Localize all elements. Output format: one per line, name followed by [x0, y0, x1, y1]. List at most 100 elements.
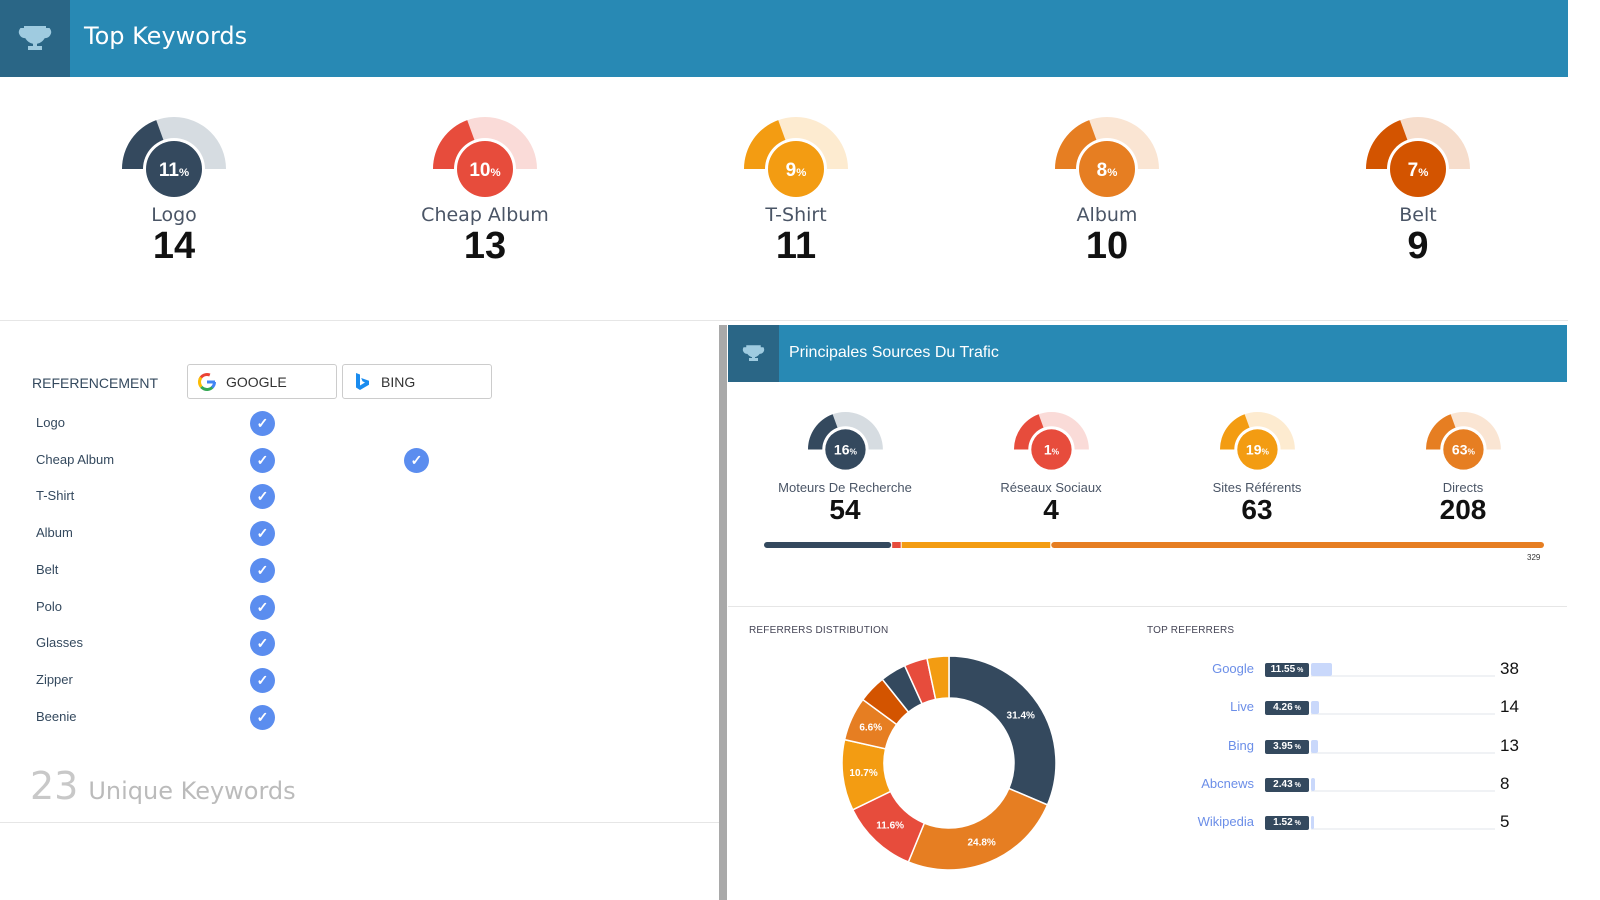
divider — [0, 822, 719, 823]
gauge-directs: 63% Directs 208 — [1363, 409, 1563, 525]
gauge-logo: 11% Logo 14 — [74, 114, 274, 266]
gauge-arc: 19% — [1219, 412, 1295, 473]
google-check-icon[interactable]: ✓ — [250, 667, 275, 693]
keyword-label: Logo — [36, 415, 65, 430]
page-header: Top Keywords — [0, 0, 1568, 77]
referrer-link[interactable]: Google — [1212, 661, 1254, 676]
gauge-label: Cheap Album — [421, 204, 549, 226]
traffic-header: Principales Sources Du Trafic — [728, 325, 1567, 382]
keyword-label: Beenie — [36, 708, 77, 724]
referrer-link[interactable]: Wikipedia — [1198, 814, 1254, 829]
google-check-icon[interactable]: ✓ — [250, 557, 275, 583]
panel-splitter[interactable] — [719, 325, 727, 900]
gauge-belt: 7% Belt 9 — [1318, 114, 1518, 266]
gauge-arc: 63% — [1425, 412, 1501, 473]
gauge-label: Belt — [1399, 204, 1437, 226]
stacked-bar-segment — [901, 542, 1051, 548]
referrer-track — [1311, 751, 1495, 754]
bing-check-icon[interactable]: ✓ — [404, 447, 429, 473]
donut-slice — [948, 655, 1057, 806]
gauge-count: 9 — [1407, 225, 1429, 267]
referrer-percent-badge: 1.52 % — [1265, 816, 1309, 831]
gauge-count: 4 — [1043, 493, 1059, 525]
referrer-track — [1311, 675, 1495, 677]
gauge-arc: 9% — [744, 117, 848, 200]
referrer-row: Bing 3.95 % 13 — [1150, 735, 1570, 757]
referrer-count: 38 — [1500, 659, 1519, 678]
referrer-row: Abcnews 2.43 % 8 — [1150, 773, 1570, 795]
google-check-icon[interactable]: ✓ — [250, 631, 275, 657]
stacked-bar-segment — [892, 542, 901, 548]
referrer-bar — [1311, 816, 1314, 830]
gauge-r-seaux-sociaux: 1% Réseaux Sociaux 4 — [951, 409, 1151, 525]
gauge-arc: 16% — [807, 412, 883, 473]
bing-button[interactable]: BING — [342, 364, 492, 399]
trophy-icon — [728, 325, 779, 382]
referrer-bar — [1311, 663, 1332, 676]
referrer-track — [1311, 789, 1495, 792]
google-check-icon[interactable]: ✓ — [250, 521, 275, 547]
bing-icon — [356, 372, 369, 390]
stacked-bar-segment — [764, 542, 892, 548]
gauge-label: Sites Référents — [1212, 479, 1302, 495]
referrer-percent-badge: 2.43 % — [1265, 777, 1309, 792]
referrer-link[interactable]: Abcnews — [1201, 776, 1254, 791]
gauge-count: 11 — [775, 225, 817, 267]
google-button[interactable]: GOOGLE — [187, 364, 337, 399]
gauge-moteurs-de-recherche: 16% Moteurs De Recherche 54 — [745, 409, 945, 525]
traffic-stacked-bar — [764, 542, 1544, 548]
referrer-count: 14 — [1500, 697, 1519, 717]
gauge-label: Moteurs De Recherche — [778, 479, 912, 495]
gauge-count: 208 — [1439, 493, 1487, 525]
referrers-donut-chart: 31.4% 24.8% 11.6% 10.7% 6.6% — [841, 655, 1057, 871]
gauge-count: 10 — [1085, 225, 1129, 267]
keyword-label: Glasses — [36, 635, 83, 651]
referrer-track — [1311, 713, 1495, 716]
keyword-label: Zipper — [36, 671, 73, 687]
gauge-arc: 1% — [1013, 412, 1089, 473]
referrer-percent-badge: 3.95 % — [1265, 739, 1309, 754]
donut-label: 31.4% — [1007, 711, 1035, 722]
referrer-percent-badge: 11.55 % — [1265, 663, 1309, 677]
gauge-label: Logo — [151, 204, 197, 226]
referrer-link[interactable]: Live — [1230, 699, 1254, 714]
gauge-arc: 10% — [433, 117, 537, 200]
referrer-count: 8 — [1500, 773, 1510, 793]
referrer-percent-badge: 4.26 % — [1265, 701, 1309, 716]
traffic-title: Principales Sources Du Trafic — [789, 344, 999, 361]
google-check-icon[interactable]: ✓ — [250, 704, 275, 730]
referrer-count: 13 — [1500, 735, 1519, 755]
google-check-icon[interactable]: ✓ — [250, 447, 275, 473]
unique-keywords: 23 Unique Keywords — [30, 764, 296, 808]
referrer-link[interactable]: Bing — [1228, 738, 1254, 753]
donut-slice — [907, 787, 1049, 871]
donut-label: 10.7% — [849, 768, 877, 779]
keyword-label: Belt — [36, 561, 59, 577]
gauge-count: 13 — [463, 225, 507, 267]
referrer-row: Google 11.55 % 38 — [1150, 659, 1570, 680]
referrer-bar — [1311, 777, 1316, 791]
referrer-bar — [1311, 701, 1319, 715]
top-referrers-title: TOP REFERRERS — [1147, 625, 1235, 636]
google-check-icon[interactable]: ✓ — [250, 594, 275, 620]
gauge-arc: 11% — [122, 117, 226, 200]
stacked-bar-segment — [1051, 542, 1544, 548]
keyword-label: Polo — [36, 598, 63, 614]
gauge-album: 8% Album 10 — [1007, 114, 1207, 266]
unique-label: Unique Keywords — [88, 777, 296, 805]
donut-label: 11.6% — [876, 821, 904, 832]
gauge-sites-r-f-rents: 19% Sites Référents 63 — [1157, 409, 1357, 525]
traffic-total: 329 — [1527, 553, 1541, 562]
bing-label: BING — [381, 373, 416, 390]
keyword-label: T-Shirt — [36, 488, 75, 504]
referrer-count: 5 — [1500, 812, 1510, 832]
divider — [728, 606, 1567, 607]
gauge-count: 14 — [152, 225, 196, 267]
page-title: Top Keywords — [84, 22, 248, 50]
unique-count: 23 — [30, 764, 79, 808]
google-check-icon[interactable]: ✓ — [250, 484, 275, 510]
google-icon — [198, 372, 216, 391]
google-check-icon[interactable]: ✓ — [250, 411, 275, 436]
referrer-row: Wikipedia 1.52 % 5 — [1150, 812, 1570, 833]
gauge-count: 63 — [1241, 493, 1273, 525]
